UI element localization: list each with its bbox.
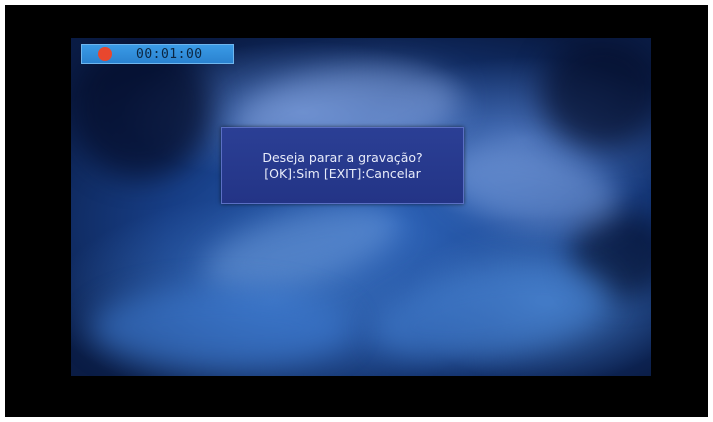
stop-recording-dialog[interactable]: Deseja parar a gravação? [OK]:Sim [EXIT]… xyxy=(221,127,464,204)
video-shadow xyxy=(541,38,651,148)
recording-status-bar: 00:01:00 xyxy=(81,44,234,64)
video-highlight xyxy=(91,288,351,368)
record-dot-icon xyxy=(98,47,112,61)
recording-elapsed-time: 00:01:00 xyxy=(136,46,203,62)
dialog-question: Deseja parar a gravação? xyxy=(262,149,423,165)
tv-screen xyxy=(5,5,708,417)
video-playback xyxy=(71,38,651,376)
dialog-options: [OK]:Sim [EXIT]:Cancelar xyxy=(264,165,421,181)
